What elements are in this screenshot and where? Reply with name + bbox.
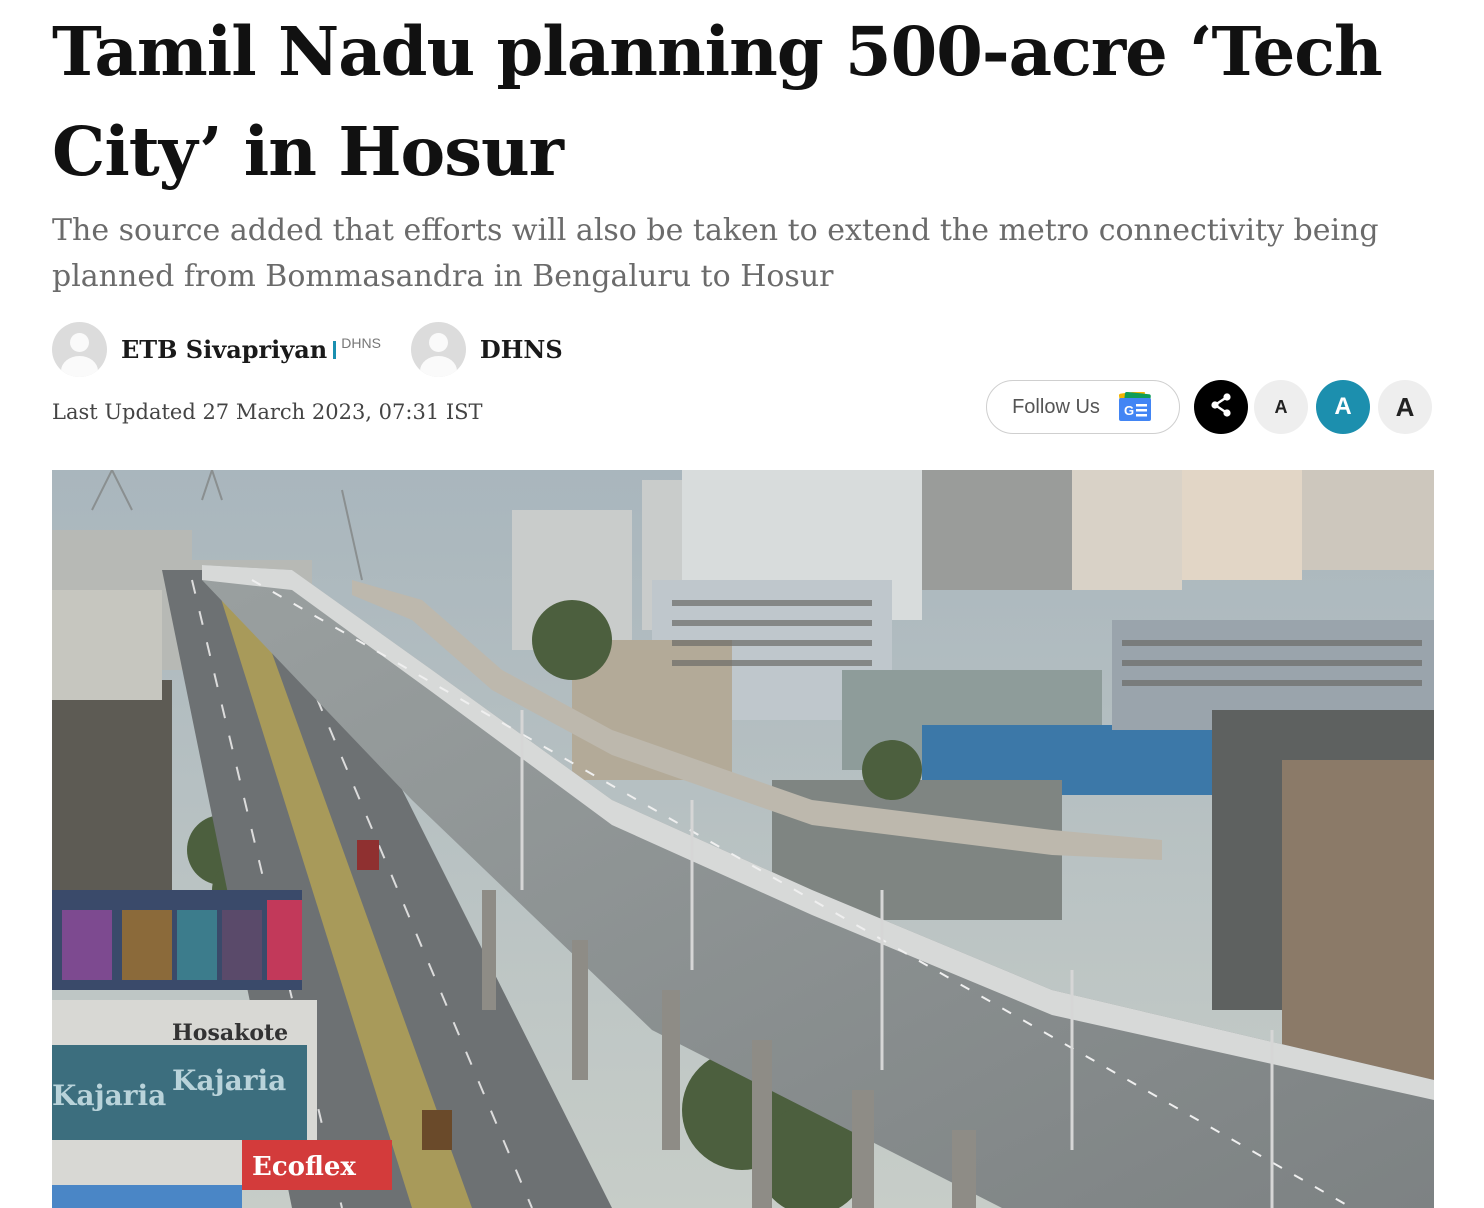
article: Tamil Nadu planning 500-acre ‘Tech City’… <box>52 0 1434 1208</box>
author-avatar <box>410 321 466 377</box>
article-actions: Follow Us G A A A <box>986 380 1432 434</box>
last-updated: Last Updated 27 March 2023, 07:31 IST <box>52 400 483 424</box>
hero-image: Hosakote Kajaria Kajaria Ecoflex <box>52 470 1434 1208</box>
sign-text: Kajaria <box>52 1079 166 1112</box>
sign-text: Kajaria <box>172 1064 286 1097</box>
author-1[interactable]: ETB Sivapriyan DHNS <box>52 321 381 377</box>
article-headline: Tamil Nadu planning 500-acre ‘Tech City’… <box>52 12 1383 191</box>
follow-us-label: Follow Us <box>1012 395 1100 418</box>
elevated-metro-photo: Hosakote Kajaria Kajaria Ecoflex <box>52 470 1434 1208</box>
font-size-large-button[interactable]: A <box>1378 380 1432 434</box>
author-bar: ETB Sivapriyan DHNS DHNS <box>52 320 593 378</box>
google-news-icon: G <box>1116 390 1154 422</box>
share-button[interactable] <box>1194 380 1248 434</box>
author-name[interactable]: DHNS <box>480 335 563 364</box>
share-icon <box>1207 391 1235 424</box>
font-size-small-button[interactable]: A <box>1254 380 1308 434</box>
follow-us-button[interactable]: Follow Us G <box>986 380 1180 434</box>
sign-text: Ecoflex <box>252 1152 356 1182</box>
article-summary: The source added that efforts will also … <box>52 213 1379 294</box>
author-org: DHNS <box>341 335 381 351</box>
sign-text: Hosakote <box>172 1020 288 1046</box>
author-separator <box>333 341 337 359</box>
author-avatar <box>52 321 107 377</box>
font-size-medium-button[interactable]: A <box>1316 380 1370 434</box>
author-name[interactable]: ETB Sivapriyan <box>121 335 327 364</box>
svg-text:G: G <box>1124 403 1134 418</box>
author-2[interactable]: DHNS <box>410 321 563 377</box>
